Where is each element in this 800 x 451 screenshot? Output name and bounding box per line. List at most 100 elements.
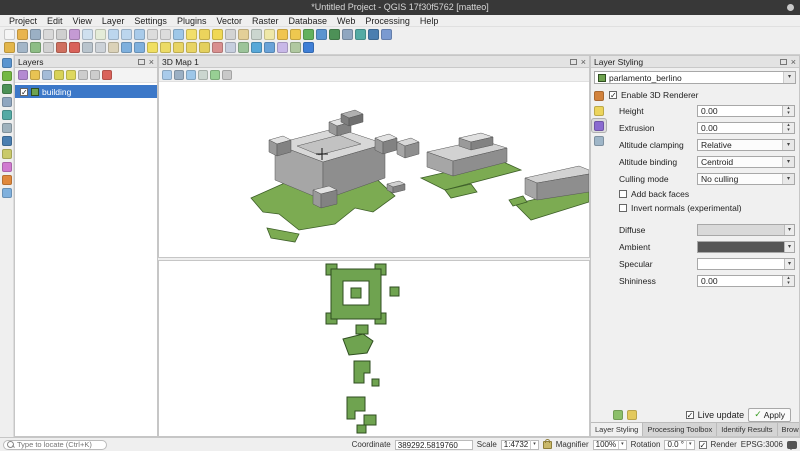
style-favorites-icon[interactable] xyxy=(613,410,623,420)
remove-layer-icon[interactable] xyxy=(102,70,112,80)
pan-map-icon[interactable] xyxy=(82,29,93,40)
map-3d-viewport[interactable] xyxy=(159,82,589,257)
shininess-spinner[interactable]: 0.00 ▴▾ xyxy=(697,275,795,287)
culling-mode-dropdown[interactable]: No culling ▾ xyxy=(697,173,795,185)
zoom-in-icon[interactable] xyxy=(108,29,119,40)
menu-item[interactable]: Database xyxy=(284,15,333,27)
messages-icon[interactable] xyxy=(787,441,797,449)
chevron-down-icon[interactable]: ▾ xyxy=(784,259,794,269)
refresh-map-icon[interactable] xyxy=(303,29,314,40)
chevron-down-icon[interactable]: ▾ xyxy=(784,225,794,235)
map-2d-canvas[interactable] xyxy=(158,260,590,437)
open-attribute-table-icon[interactable] xyxy=(225,29,236,40)
zoom-next-icon[interactable] xyxy=(160,29,171,40)
symbology-tab-icon[interactable] xyxy=(592,89,606,102)
filter-legend-icon[interactable] xyxy=(54,70,64,80)
add-raster-layer-icon[interactable] xyxy=(2,97,12,107)
add-feature-icon[interactable] xyxy=(30,42,41,53)
specular-color-button[interactable]: ▾ xyxy=(697,258,795,270)
style-manager-shortcut-icon[interactable] xyxy=(627,410,637,420)
map-tips-icon[interactable] xyxy=(264,29,275,40)
dock-tab[interactable]: Layer Styling xyxy=(591,423,643,436)
measure-icon[interactable] xyxy=(251,29,262,40)
diagram-options-icon[interactable] xyxy=(212,42,223,53)
enable-3d-renderer-row[interactable]: ✓ Enable 3D Renderer xyxy=(609,88,795,102)
render-checkbox[interactable]: ✓ xyxy=(699,441,707,449)
toggle-editing-icon[interactable] xyxy=(4,42,15,53)
print-layout-icon[interactable] xyxy=(43,29,54,40)
invert-normals-checkbox[interactable] xyxy=(619,204,627,212)
chevron-down-icon[interactable]: ▾ xyxy=(784,242,794,252)
live-update-checkbox[interactable]: ✓ xyxy=(686,411,694,419)
select-by-expression-icon[interactable] xyxy=(199,29,210,40)
add-vector-layer-icon[interactable] xyxy=(329,29,340,40)
menu-item[interactable]: Project xyxy=(4,15,42,27)
data-source-manager-icon[interactable] xyxy=(316,29,327,40)
undo-icon[interactable] xyxy=(121,42,132,53)
magnifier-spinner[interactable]: 100% ▾ xyxy=(593,440,627,450)
statistics-icon[interactable] xyxy=(238,42,249,53)
metasearch-icon[interactable] xyxy=(251,42,262,53)
layer-labeling-icon[interactable] xyxy=(147,42,158,53)
rotation-spinner[interactable]: 0.0 ° ▾ xyxy=(664,440,694,450)
add-back-faces-row[interactable]: Add back faces xyxy=(609,187,795,201)
new-bookmark-icon[interactable] xyxy=(277,29,288,40)
spinner-arrows-icon[interactable]: ▴▾ xyxy=(782,123,794,133)
menu-item[interactable]: Settings xyxy=(129,15,172,27)
add-delimited-text-icon[interactable] xyxy=(2,123,12,133)
identify-3d-icon[interactable] xyxy=(186,70,196,80)
select-features-icon[interactable] xyxy=(186,29,197,40)
enable-3d-checkbox[interactable]: ✓ xyxy=(609,91,617,99)
zoom-full-icon[interactable] xyxy=(134,29,145,40)
deselect-features-icon[interactable] xyxy=(212,29,223,40)
help-contents-icon[interactable] xyxy=(303,42,314,53)
window-menu-icon[interactable] xyxy=(787,4,794,11)
add-group-icon[interactable] xyxy=(30,70,40,80)
menu-item[interactable]: Plugins xyxy=(172,15,212,27)
new-project-icon[interactable] xyxy=(4,29,15,40)
decorations-icon[interactable] xyxy=(225,42,236,53)
locate-search-box[interactable] xyxy=(3,440,107,450)
height-spinner[interactable]: 0.00 ▴▾ xyxy=(697,105,795,117)
layout-manager-icon[interactable] xyxy=(56,29,67,40)
crs-button[interactable]: EPSG:3006 xyxy=(741,440,783,449)
zoom-full-3d-icon[interactable] xyxy=(162,70,172,80)
rotate-label-icon[interactable] xyxy=(186,42,197,53)
close-panel-icon[interactable]: × xyxy=(581,58,586,66)
float-panel-icon[interactable] xyxy=(780,59,787,65)
3d-scene[interactable] xyxy=(159,82,589,257)
layer-visibility-checkbox[interactable]: ✓ xyxy=(20,88,28,96)
new-geopackage-layer-icon[interactable] xyxy=(2,71,12,81)
altitude-clamping-dropdown[interactable]: Relative ▾ xyxy=(697,139,795,151)
extrusion-spinner[interactable]: 0.00 ▴▾ xyxy=(697,122,795,134)
scale-dropdown[interactable]: 1:4732 ▾ xyxy=(501,440,539,450)
menu-item[interactable]: Layer xyxy=(97,15,130,27)
redo-icon[interactable] xyxy=(134,42,145,53)
close-panel-icon[interactable]: × xyxy=(791,58,796,66)
invert-normals-row[interactable]: Invert normals (experimental) xyxy=(609,201,795,215)
pan-to-selection-icon[interactable] xyxy=(95,29,106,40)
python-console-icon[interactable] xyxy=(368,29,379,40)
menu-item[interactable]: Processing xyxy=(360,15,415,27)
manage-map-themes-icon[interactable] xyxy=(42,70,52,80)
osm-place-search-icon[interactable] xyxy=(277,42,288,53)
menu-item[interactable]: View xyxy=(68,15,97,27)
labels-tab-icon[interactable] xyxy=(592,104,606,117)
move-label-icon[interactable] xyxy=(173,42,184,53)
label-single-icon[interactable] xyxy=(160,42,171,53)
change-label-icon[interactable] xyxy=(199,42,210,53)
menu-item[interactable]: Web xyxy=(332,15,360,27)
menu-item[interactable]: Help xyxy=(415,15,444,27)
georeferencer-icon[interactable] xyxy=(290,42,301,53)
dock-tab[interactable]: Processing Toolbox xyxy=(643,423,717,436)
coordinate-field[interactable]: 389292.5819760 xyxy=(395,440,473,450)
spinner-arrows-icon[interactable]: ▴▾ xyxy=(782,106,794,116)
close-panel-icon[interactable]: × xyxy=(149,58,154,66)
delete-selected-icon[interactable] xyxy=(69,42,80,53)
show-bookmarks-icon[interactable] xyxy=(290,29,301,40)
open-project-icon[interactable] xyxy=(17,29,28,40)
float-panel-icon[interactable] xyxy=(570,59,577,65)
copy-features-icon[interactable] xyxy=(95,42,106,53)
menu-item[interactable]: Raster xyxy=(247,15,284,27)
collapse-all-icon[interactable] xyxy=(90,70,100,80)
